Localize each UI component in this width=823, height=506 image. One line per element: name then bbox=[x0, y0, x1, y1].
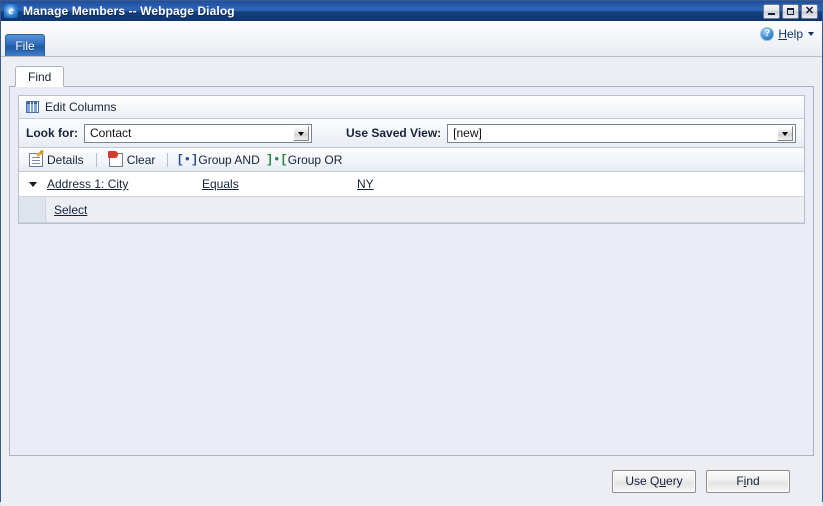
select-link[interactable]: Select bbox=[46, 203, 87, 217]
details-label: Details bbox=[47, 152, 84, 167]
lookfor-value: Contact bbox=[90, 126, 132, 140]
ribbon-bar: File Help bbox=[1, 21, 822, 57]
select-row[interactable]: Select bbox=[19, 197, 804, 223]
select-row-gutter bbox=[19, 197, 46, 222]
details-icon bbox=[29, 152, 43, 167]
dialog-body: Find Edit Columns Look for: Contact Use bbox=[1, 57, 822, 506]
edit-columns-bar: Edit Columns bbox=[19, 96, 804, 119]
criteria-empty-area bbox=[18, 224, 805, 447]
criteria-field-link[interactable]: Address 1: City bbox=[47, 177, 202, 191]
window-title: Manage Members -- Webpage Dialog bbox=[23, 4, 235, 18]
help-label: Help bbox=[778, 27, 803, 41]
file-menu-button[interactable]: File bbox=[5, 34, 45, 56]
savedview-dropdown-icon[interactable] bbox=[777, 125, 793, 141]
details-button[interactable]: Details bbox=[26, 150, 87, 170]
find-button[interactable]: Find bbox=[706, 469, 790, 493]
lookfor-label: Look for: bbox=[26, 126, 78, 140]
criteria-operator-link[interactable]: Equals bbox=[202, 177, 357, 191]
row-expander[interactable] bbox=[19, 172, 47, 196]
edit-columns-link[interactable]: Edit Columns bbox=[45, 100, 116, 114]
group-and-icon: [•] bbox=[176, 152, 199, 167]
dialog-window: Manage Members -- Webpage Dialog ✕ File … bbox=[0, 0, 823, 506]
tab-panel-find: Edit Columns Look for: Contact Use Saved… bbox=[9, 86, 814, 456]
close-icon: ✕ bbox=[804, 4, 815, 17]
group-or-button[interactable]: ]•[ Group OR bbox=[265, 150, 346, 170]
dialog-footer: Use Query Find bbox=[9, 456, 814, 506]
minimize-button[interactable] bbox=[763, 3, 780, 19]
lookfor-dropdown-icon[interactable] bbox=[293, 125, 309, 141]
help-label-rest: elp bbox=[786, 27, 803, 41]
savedview-value: [new] bbox=[453, 126, 482, 140]
criteria-toolbar: Details Clear [•] Group AND ]•[ Group OR bbox=[19, 148, 804, 172]
help-circle-icon bbox=[760, 27, 775, 41]
savedview-combobox[interactable]: [new] bbox=[447, 123, 796, 143]
group-and-label: Group AND bbox=[198, 152, 260, 167]
query-builder-panel: Edit Columns Look for: Contact Use Saved… bbox=[18, 95, 805, 224]
tab-find[interactable]: Find bbox=[15, 66, 65, 87]
group-and-button[interactable]: [•] Group AND bbox=[177, 150, 262, 170]
use-query-button[interactable]: Use Query bbox=[612, 469, 696, 493]
use-query-label: Use Query bbox=[625, 474, 683, 488]
criteria-value-link[interactable]: NY bbox=[357, 177, 804, 191]
criteria-rows: Address 1: City Equals NY Select bbox=[19, 172, 804, 223]
table-row[interactable]: Address 1: City Equals NY bbox=[19, 172, 804, 197]
title-bar: Manage Members -- Webpage Dialog ✕ bbox=[1, 1, 822, 21]
group-or-icon: ]•[ bbox=[265, 152, 288, 167]
find-label: Find bbox=[736, 474, 760, 488]
toolbar-separator bbox=[95, 152, 97, 167]
maximize-icon bbox=[787, 7, 794, 15]
close-button[interactable]: ✕ bbox=[801, 3, 818, 19]
tab-strip: Find bbox=[9, 65, 814, 87]
savedview-label: Use Saved View: bbox=[346, 126, 442, 140]
help-accesskey: H bbox=[778, 27, 787, 41]
internet-explorer-icon bbox=[4, 4, 18, 18]
clear-button[interactable]: Clear bbox=[106, 150, 159, 170]
clear-label: Clear bbox=[126, 152, 156, 167]
lookfor-combobox[interactable]: Contact bbox=[84, 123, 312, 143]
minimize-icon bbox=[768, 12, 775, 15]
caption-buttons: ✕ bbox=[763, 3, 820, 19]
chevron-down-icon bbox=[808, 32, 814, 36]
help-button[interactable]: Help bbox=[760, 27, 814, 41]
chevron-down-icon bbox=[29, 181, 37, 187]
file-menu-label: File bbox=[15, 38, 35, 53]
group-or-label: Group OR bbox=[287, 152, 343, 167]
lookfor-row: Look for: Contact Use Saved View: [new] bbox=[19, 119, 804, 148]
tab-find-label: Find bbox=[28, 69, 52, 84]
maximize-button[interactable] bbox=[782, 3, 799, 19]
grid-columns-icon bbox=[26, 101, 39, 113]
toolbar-separator bbox=[167, 152, 169, 167]
clear-flag-icon bbox=[107, 150, 123, 167]
